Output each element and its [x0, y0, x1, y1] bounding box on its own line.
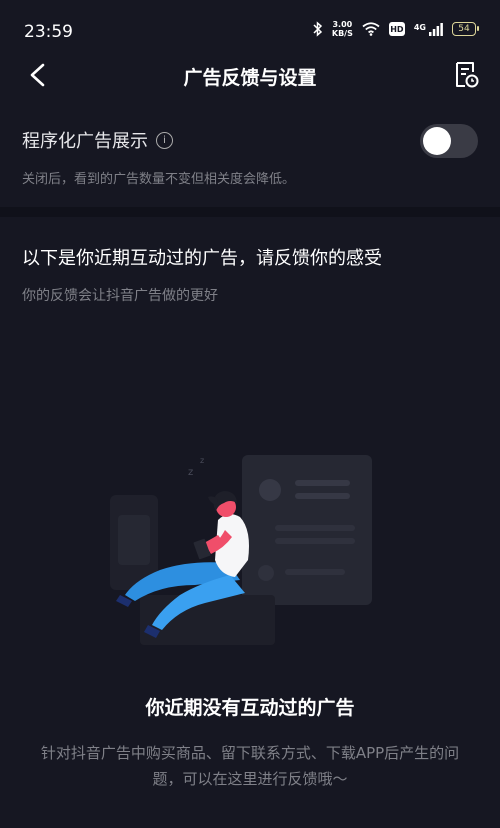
- setting-label: 程序化广告展示: [22, 131, 148, 152]
- document-clock-icon: [456, 62, 479, 88]
- svg-text:z: z: [200, 456, 204, 465]
- programmatic-ads-toggle[interactable]: [420, 124, 478, 158]
- setting-row: 程序化广告展示 i: [22, 127, 173, 153]
- empty-state-illustration: z z: [110, 455, 372, 645]
- wifi-icon: [362, 22, 380, 36]
- status-time: 23:59: [24, 22, 73, 42]
- page-title: 广告反馈与设置: [183, 67, 317, 89]
- status-bar: 23:59 3.00 KB/S HD 4G 54: [0, 0, 500, 52]
- cellular-signal: 4G: [413, 22, 443, 36]
- nav-bar: 广告反馈与设置: [0, 52, 500, 98]
- feedback-title: 以下是你近期互动过的广告，请反馈你的感受: [22, 248, 382, 269]
- hd-badge: HD: [388, 22, 405, 36]
- status-icons: 3.00 KB/S HD 4G 54: [313, 20, 479, 38]
- network-speed: 3.00 KB/S: [331, 20, 353, 38]
- section-divider: [0, 207, 500, 217]
- empty-state-description: 针对抖音广告中购买商品、留下联系方式、下载APP后产生的问题，可以在这里进行反馈…: [40, 744, 460, 788]
- setting-description: 关闭后，看到的广告数量不变但相关度会降低。: [22, 172, 296, 187]
- network-type: 4G: [413, 22, 426, 32]
- signal-icon: [429, 22, 443, 36]
- record-button[interactable]: [452, 60, 480, 90]
- bluetooth-icon: [313, 21, 322, 37]
- feedback-subtitle: 你的反馈会让抖音广告做的更好: [22, 288, 218, 304]
- info-icon[interactable]: i: [156, 131, 173, 149]
- toggle-knob: [423, 127, 451, 155]
- empty-state-title: 你近期没有互动过的广告: [145, 697, 355, 719]
- battery-indicator: 54: [452, 22, 479, 36]
- svg-text:z: z: [188, 467, 193, 478]
